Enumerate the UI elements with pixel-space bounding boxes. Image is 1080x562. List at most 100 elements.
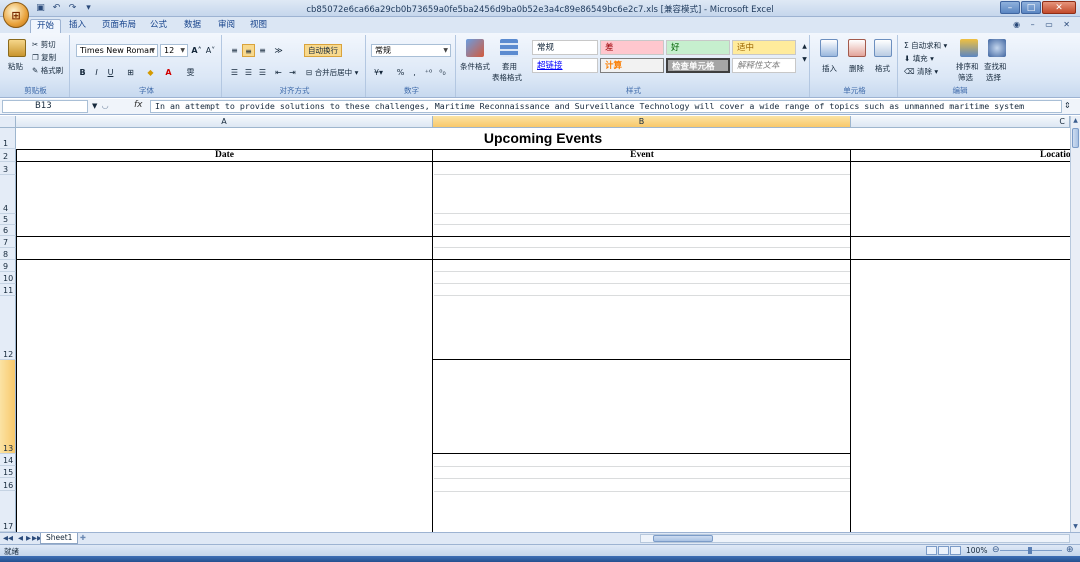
maximize-button[interactable]: □ xyxy=(1021,1,1041,14)
table-format-icon[interactable] xyxy=(500,39,518,57)
paste-button[interactable]: 粘贴 xyxy=(8,61,23,72)
row-header[interactable]: 1 xyxy=(0,128,16,149)
zoom-out-icon[interactable]: ⊖ xyxy=(992,545,1000,555)
row-header[interactable]: 5 xyxy=(0,214,16,225)
page-layout-view-icon[interactable] xyxy=(938,546,949,555)
percent-button[interactable]: % xyxy=(394,66,407,79)
column-header-c[interactable]: C xyxy=(851,116,1070,128)
comma-button[interactable]: , xyxy=(408,66,421,79)
column-header-b[interactable]: B xyxy=(433,116,851,128)
shrink-font-icon[interactable]: A˅ xyxy=(204,44,217,57)
conditional-format-icon[interactable] xyxy=(466,39,484,57)
styles-scroll-icon[interactable]: ▲ ▼ xyxy=(798,40,811,63)
style-good[interactable]: 好 xyxy=(666,40,730,55)
tab-review[interactable]: 审阅 xyxy=(212,19,241,33)
style-neutral[interactable]: 适中 xyxy=(732,40,796,55)
row-header[interactable]: 17 xyxy=(0,491,16,532)
font-name-combo[interactable]: Times New Roman ▼ xyxy=(76,44,158,57)
row-header[interactable]: 10 xyxy=(0,272,16,284)
sheet-tab-sheet1[interactable]: Sheet1 xyxy=(40,533,79,544)
row-header[interactable]: 9 xyxy=(0,260,16,272)
italic-button[interactable]: I xyxy=(90,66,103,79)
tab-data[interactable]: 数据 xyxy=(178,19,207,33)
row-header[interactable]: 11 xyxy=(0,284,16,296)
close-button[interactable]: ✕ xyxy=(1042,1,1076,14)
style-normal[interactable]: 常规 xyxy=(532,40,598,55)
sort-filter-icon[interactable] xyxy=(960,39,978,57)
underline-button[interactable]: U xyxy=(104,66,117,79)
horizontal-scrollbar[interactable] xyxy=(640,534,1070,543)
name-box[interactable]: B13 xyxy=(2,100,88,113)
tab-formulas[interactable]: 公式 xyxy=(144,19,173,33)
font-size-combo[interactable]: 12 ▼ xyxy=(160,44,188,57)
currency-icon[interactable]: ¥▾ xyxy=(372,66,385,79)
horizontal-scroll-thumb[interactable] xyxy=(653,535,713,542)
zoom-in-icon[interactable]: ⊕ xyxy=(1066,545,1074,555)
style-bad[interactable]: 差 xyxy=(600,40,664,55)
font-color-icon[interactable]: A xyxy=(162,66,175,79)
tab-page-layout[interactable]: 页面布局 xyxy=(96,19,142,33)
phonetic-icon[interactable]: 雯 xyxy=(184,66,197,79)
row-header[interactable]: 15 xyxy=(0,466,16,478)
orientation-icon[interactable]: ≫ xyxy=(272,44,285,57)
row-header[interactable]: 4 xyxy=(0,175,16,214)
border-icon[interactable]: ⊞ xyxy=(124,66,137,79)
merge-center-button[interactable]: ⊟ 合并后居中 ▾ xyxy=(306,67,358,78)
formula-bar-expand-icon[interactable]: ◟◞ xyxy=(102,101,108,110)
conditional-format-button[interactable]: 条件格式 xyxy=(460,61,490,72)
first-sheet-icon[interactable]: ◀◀ xyxy=(3,534,13,542)
vertical-scrollbar[interactable]: ▲ ▼ xyxy=(1070,116,1080,532)
clear-button[interactable]: ⌫ 清除 ▾ xyxy=(904,66,938,77)
increase-decimal-icon[interactable]: ⁺⁰ xyxy=(422,66,435,79)
row-header[interactable]: 7 xyxy=(0,236,16,248)
delete-cells-button[interactable]: 删除 xyxy=(849,63,864,74)
row-header[interactable]: 2 xyxy=(0,149,16,162)
vertical-scroll-thumb[interactable] xyxy=(1072,128,1079,148)
prev-sheet-icon[interactable]: ◀ xyxy=(18,534,23,542)
row-header[interactable]: 12 xyxy=(0,296,16,360)
delete-cells-icon[interactable] xyxy=(848,39,866,57)
align-center-icon[interactable]: ☰ xyxy=(242,66,255,79)
row-header[interactable]: 8 xyxy=(0,248,16,260)
autosum-button[interactable]: Σ 自动求和 ▾ xyxy=(904,40,947,51)
align-bottom-icon[interactable]: ≡ xyxy=(256,44,269,57)
header-location[interactable]: Location xyxy=(1040,150,1070,160)
scroll-up-icon[interactable]: ▲ xyxy=(1071,116,1080,126)
zoom-level[interactable]: 100% xyxy=(966,546,987,555)
formula-bar-collapse-icon[interactable]: ⇕ xyxy=(1064,101,1071,110)
bold-button[interactable]: B xyxy=(76,66,89,79)
align-left-icon[interactable]: ☰ xyxy=(228,66,241,79)
increase-indent-icon[interactable]: ⇥ xyxy=(286,66,299,79)
select-all-button[interactable] xyxy=(0,116,16,128)
paste-icon[interactable] xyxy=(8,39,26,57)
fill-button[interactable]: ⬇ 填充 ▾ xyxy=(904,53,934,64)
insert-function-button[interactable]: fx xyxy=(134,100,143,110)
format-painter-button[interactable]: ✎ 格式刷 xyxy=(32,65,63,76)
insert-cells-button[interactable]: 插入 xyxy=(822,63,837,74)
tab-home[interactable]: 开始 xyxy=(30,19,62,33)
number-format-combo[interactable]: 常规 ▼ xyxy=(371,44,451,57)
tab-insert[interactable]: 插入 xyxy=(63,19,92,33)
row-header[interactable]: 16 xyxy=(0,478,16,491)
style-hyperlink[interactable]: 超链接 xyxy=(532,58,598,73)
row-header[interactable]: 6 xyxy=(0,225,16,236)
header-date[interactable]: Date xyxy=(16,150,433,160)
cut-button[interactable]: ✂ 剪切 xyxy=(32,39,56,50)
row-header[interactable]: 13 xyxy=(0,360,16,454)
format-cells-button[interactable]: 格式 xyxy=(875,63,890,74)
sort-filter-button[interactable]: 排序和 xyxy=(956,61,979,72)
page-break-view-icon[interactable] xyxy=(950,546,961,555)
style-calculation[interactable]: 计算 xyxy=(600,58,664,73)
tab-view[interactable]: 视图 xyxy=(244,19,273,33)
copy-button[interactable]: ❐ 复制 xyxy=(32,52,56,63)
format-cells-icon[interactable] xyxy=(874,39,892,57)
row-header[interactable]: 3 xyxy=(0,162,16,175)
scroll-down-icon[interactable]: ▼ xyxy=(1071,522,1080,532)
find-select-button[interactable]: 查找和 xyxy=(984,61,1007,72)
table-format-button[interactable]: 套用 xyxy=(502,61,517,72)
zoom-slider-handle[interactable] xyxy=(1028,547,1032,554)
minimize-button[interactable]: – xyxy=(1000,1,1020,14)
name-box-dropdown-icon[interactable]: ▼ xyxy=(92,102,97,110)
office-button[interactable]: ⊞ xyxy=(3,2,29,28)
align-top-icon[interactable]: ≡ xyxy=(228,44,241,57)
